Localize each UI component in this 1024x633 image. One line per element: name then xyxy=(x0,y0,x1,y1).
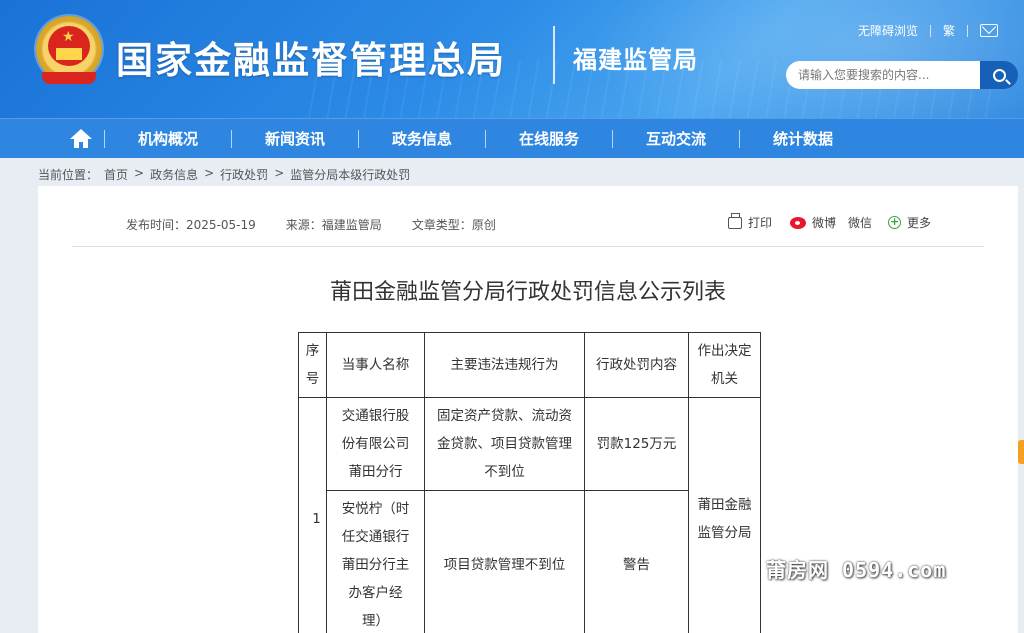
watermark-text: 莆房网 0594.com xyxy=(766,558,947,582)
breadcrumb-separator: > xyxy=(134,166,145,180)
util-divider xyxy=(967,24,968,37)
title-divider xyxy=(553,26,555,84)
article-type: 文章类型：原创 xyxy=(411,218,496,232)
cell-penalty: 罚款125万元 xyxy=(584,397,689,491)
breadcrumb-gov-info[interactable]: 政务信息 xyxy=(150,166,198,183)
penalty-table: 序号 当事人名称 主要违法违规行为 行政处罚内容 作出决定机关 1 交通银行股份… xyxy=(298,332,761,633)
cell-penalty: 警告 xyxy=(584,490,689,633)
branch-title[interactable]: 福建监管局 xyxy=(573,40,698,75)
breadcrumb-separator: > xyxy=(274,166,285,180)
side-float-tab[interactable] xyxy=(1018,440,1024,464)
article-title: 莆田金融监管分局行政处罚信息公示列表 xyxy=(329,280,726,305)
cell-act: 项目贷款管理不到位 xyxy=(424,490,585,633)
nav-item-interaction[interactable]: 互动交流 xyxy=(613,128,739,149)
meta-divider xyxy=(72,246,984,247)
print-icon[interactable] xyxy=(728,212,742,229)
breadcrumb-separator: > xyxy=(204,166,215,180)
mail-icon[interactable] xyxy=(980,24,998,37)
search-input[interactable] xyxy=(786,61,980,89)
search-button[interactable] xyxy=(980,61,1018,89)
cell-no: 1 xyxy=(298,397,327,633)
utility-links: 无障碍浏览 繁 xyxy=(858,22,998,39)
table-row: 1 交通银行股份有限公司莆田分行 固定资产贷款、流动资金贷款、项目贷款管理不到位… xyxy=(298,397,761,633)
header-org: 作出决定机关 xyxy=(688,332,761,398)
search-icon xyxy=(992,68,1006,82)
header-act: 主要违法违规行为 xyxy=(424,332,585,398)
wechat-link[interactable]: 微信 xyxy=(848,214,872,231)
header-no: 序号 xyxy=(298,332,327,398)
breadcrumb-home[interactable]: 首页 xyxy=(104,166,128,183)
plus-icon[interactable]: + xyxy=(888,216,902,229)
cell-party: 交通银行股份有限公司莆田分行 xyxy=(326,397,425,491)
weibo-icon[interactable] xyxy=(790,216,807,229)
breadcrumb: 当前位置： 首页 > 政务信息 > 行政处罚 > 监管分局本级行政处罚 xyxy=(38,166,410,183)
cell-party: 安悦柠（时任交通银行莆田分行主办客户经理） xyxy=(326,490,425,633)
share-bar: 打印 微博 微信 + 更多 xyxy=(728,212,931,231)
header-penalty: 行政处罚内容 xyxy=(584,332,689,398)
main-nav: 机构概况 新闻资讯 政务信息 在线服务 互动交流 统计数据 xyxy=(0,118,1024,158)
site-title[interactable]: 国家金融监督管理总局 xyxy=(116,30,506,84)
util-divider xyxy=(929,24,931,37)
site-header: ★ 国家金融监督管理总局 福建监管局 无障碍浏览 繁 xyxy=(0,0,1024,118)
breadcrumb-penalty[interactable]: 行政处罚 xyxy=(220,166,268,183)
nav-home[interactable] xyxy=(58,128,104,149)
header-party: 当事人名称 xyxy=(326,332,425,398)
accessible-browse-link[interactable]: 无障碍浏览 xyxy=(858,22,918,39)
article-meta: 发布时间：2025-05-19 来源：福建监管局 文章类型：原创 xyxy=(126,216,496,233)
nav-item-about[interactable]: 机构概况 xyxy=(105,128,231,149)
article-source: 来源：福建监管局 xyxy=(285,218,382,232)
nav-item-news[interactable]: 新闻资讯 xyxy=(232,128,358,149)
more-share-link[interactable]: 更多 xyxy=(907,214,931,231)
national-emblem-logo[interactable]: ★ xyxy=(36,16,102,86)
weibo-link[interactable]: 微博 xyxy=(812,214,836,231)
nav-item-gov-info[interactable]: 政务信息 xyxy=(359,128,485,149)
breadcrumb-current[interactable]: 监管分局本级行政处罚 xyxy=(290,166,410,183)
table-header-row: 序号 当事人名称 主要违法违规行为 行政处罚内容 作出决定机关 xyxy=(298,332,761,398)
publish-date: 发布时间：2025-05-19 xyxy=(126,218,256,232)
breadcrumb-label: 当前位置： xyxy=(38,168,99,182)
print-link[interactable]: 打印 xyxy=(748,214,772,231)
home-icon xyxy=(70,128,92,149)
nav-item-online-service[interactable]: 在线服务 xyxy=(486,128,612,149)
cell-act: 固定资产贷款、流动资金贷款、项目贷款管理不到位 xyxy=(424,397,585,491)
traditional-chinese-link[interactable]: 繁 xyxy=(943,22,955,39)
cell-org: 莆田金融监管分局 xyxy=(688,397,761,633)
nav-item-statistics[interactable]: 统计数据 xyxy=(740,128,866,149)
